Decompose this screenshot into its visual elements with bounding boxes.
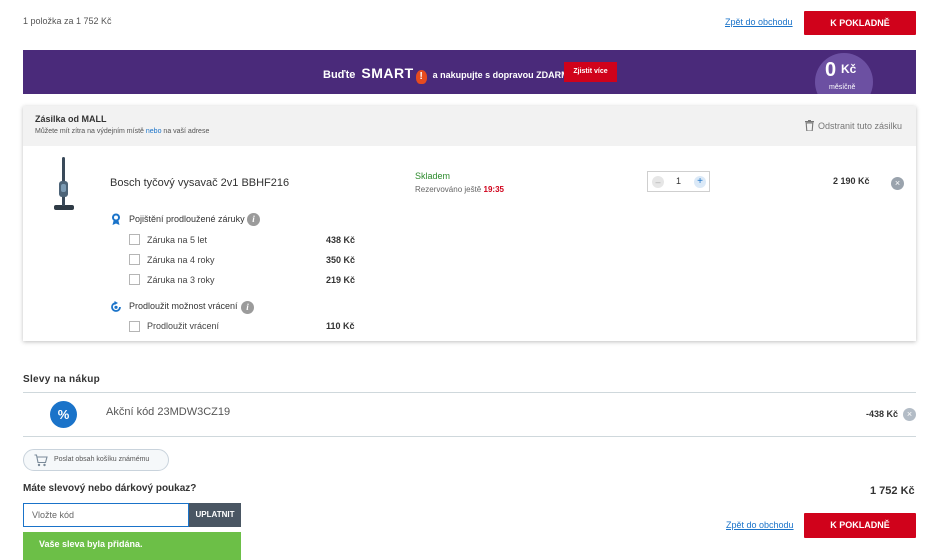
returns-title: Prodloužit možnost vrácení [129, 301, 238, 311]
warranty-4y-label: Záruka na 4 roky [147, 255, 215, 265]
product-name[interactable]: Bosch tyčový vysavač 2v1 BBHF216 [110, 177, 289, 189]
order-total: 1 752 Kč [870, 485, 915, 497]
promo-code-amount: -438 Kč [866, 409, 899, 419]
quantity-value[interactable]: 1 [676, 176, 681, 186]
badge-value: 0 [825, 59, 837, 81]
increase-quantity-button[interactable]: + [694, 176, 706, 188]
reserved-time: 19:35 [483, 185, 504, 194]
subtitle-suffix: na vaší adrese [163, 128, 210, 135]
warranty-3y-label: Záruka na 3 roky [147, 275, 215, 285]
warranty-title: Pojištění prodloužené záruky [129, 214, 245, 224]
stock-status: Skladem [415, 171, 451, 181]
quantity-stepper: – 1 + [647, 171, 710, 192]
remove-promo-close-icon[interactable]: × [903, 408, 916, 421]
remove-item-close-icon[interactable]: × [891, 177, 904, 190]
price-badge: 0 Kč měsíčně [815, 53, 873, 94]
footer-back-to-shop-link[interactable]: Zpět do obchodu [726, 520, 794, 530]
warranty-info-icon[interactable]: i [247, 213, 260, 226]
vacuum-product-image [54, 157, 74, 210]
shipment-subtitle: Můžete mít zítra na výdejním místě nebo … [35, 128, 209, 135]
badge-currency: Kč [841, 62, 857, 76]
decrease-quantity-button[interactable]: – [652, 176, 664, 188]
discounts-bottom-divider [23, 436, 916, 437]
back-to-shop-link[interactable]: Zpět do obchodu [725, 17, 793, 27]
warranty-3y-checkbox[interactable] [129, 274, 140, 285]
share-cart-button[interactable]: Poslat obsah košíku známému [23, 449, 169, 471]
ribbon-icon [112, 213, 120, 225]
cart-icon [34, 454, 48, 467]
product-price: 2 190 Kč [833, 176, 870, 186]
warranty-4y-price: 350 Kč [326, 255, 356, 265]
reservation-info: Rezervováno ještě 19:35 [415, 185, 504, 194]
return-arrow-icon [111, 301, 121, 312]
badge-period: měsíčně [829, 84, 856, 91]
subtitle-or: nebo [145, 128, 162, 135]
exclamation-icon: ! [415, 70, 427, 84]
voucher-code-input[interactable] [23, 503, 189, 527]
promo-code-label: Akční kód 23MDW3CZ19 [106, 406, 231, 418]
returns-info-icon[interactable]: i [241, 301, 254, 314]
warranty-5y-label: Záruka na 5 let [147, 235, 208, 245]
shipment-card: Zásilka od MALL Můžete mít zítra na výde… [23, 106, 916, 341]
shipment-header: Zásilka od MALL Můžete mít zítra na výde… [23, 106, 916, 146]
warranty-3y-price: 219 Kč [326, 275, 356, 285]
apply-voucher-button[interactable]: UPLATNIT [189, 503, 241, 527]
extend-return-label: Prodloužit vrácení [147, 321, 220, 331]
extend-return-price: 110 Kč [326, 321, 355, 331]
voucher-question: Máte slevový nebo dárkový poukaz? [23, 483, 197, 494]
shipment-title: Zásilka od MALL [35, 114, 107, 124]
checkout-button[interactable]: K POKLADNĚ [804, 11, 916, 35]
percent-icon: % [50, 401, 77, 428]
footer-checkout-button[interactable]: K POKLADNĚ [804, 513, 916, 538]
discounts-top-divider [23, 392, 916, 393]
banner-suffix: a nakupujte s dopravou ZDARMA. [432, 70, 578, 80]
banner-prefix: Buďte [323, 69, 356, 81]
remove-shipment-button[interactable]: Odstranit tuto zásilku [805, 120, 903, 132]
subtitle-prefix: Můžete mít zítra na výdejním místě [35, 128, 144, 135]
warranty-4y-checkbox[interactable] [129, 254, 140, 265]
cart-summary: 1 položka za 1 752 Kč [23, 16, 112, 26]
warranty-5y-checkbox[interactable] [129, 234, 140, 245]
smart-banner: Buďte SMART! a nakupujte s dopravou ZDARMA… [23, 50, 916, 94]
extend-return-checkbox[interactable] [129, 321, 140, 332]
discount-added-message: Vaše sleva byla přidána. [23, 532, 241, 560]
discounts-title: Slevy na nákup [23, 374, 101, 385]
reserved-label: Rezervováno ještě [415, 185, 482, 194]
share-cart-label: Poslat obsah košíku známému [54, 456, 150, 463]
trash-icon [805, 120, 814, 132]
warranty-5y-price: 438 Kč [326, 235, 356, 245]
smart-logo: SMART [361, 65, 414, 81]
banner-text: Buďte SMART! a nakupujte s dopravou ZDARMA… [323, 65, 578, 84]
learn-more-button[interactable]: Zjistit více [564, 62, 617, 82]
remove-shipment-label: Odstranit tuto zásilku [818, 121, 903, 131]
